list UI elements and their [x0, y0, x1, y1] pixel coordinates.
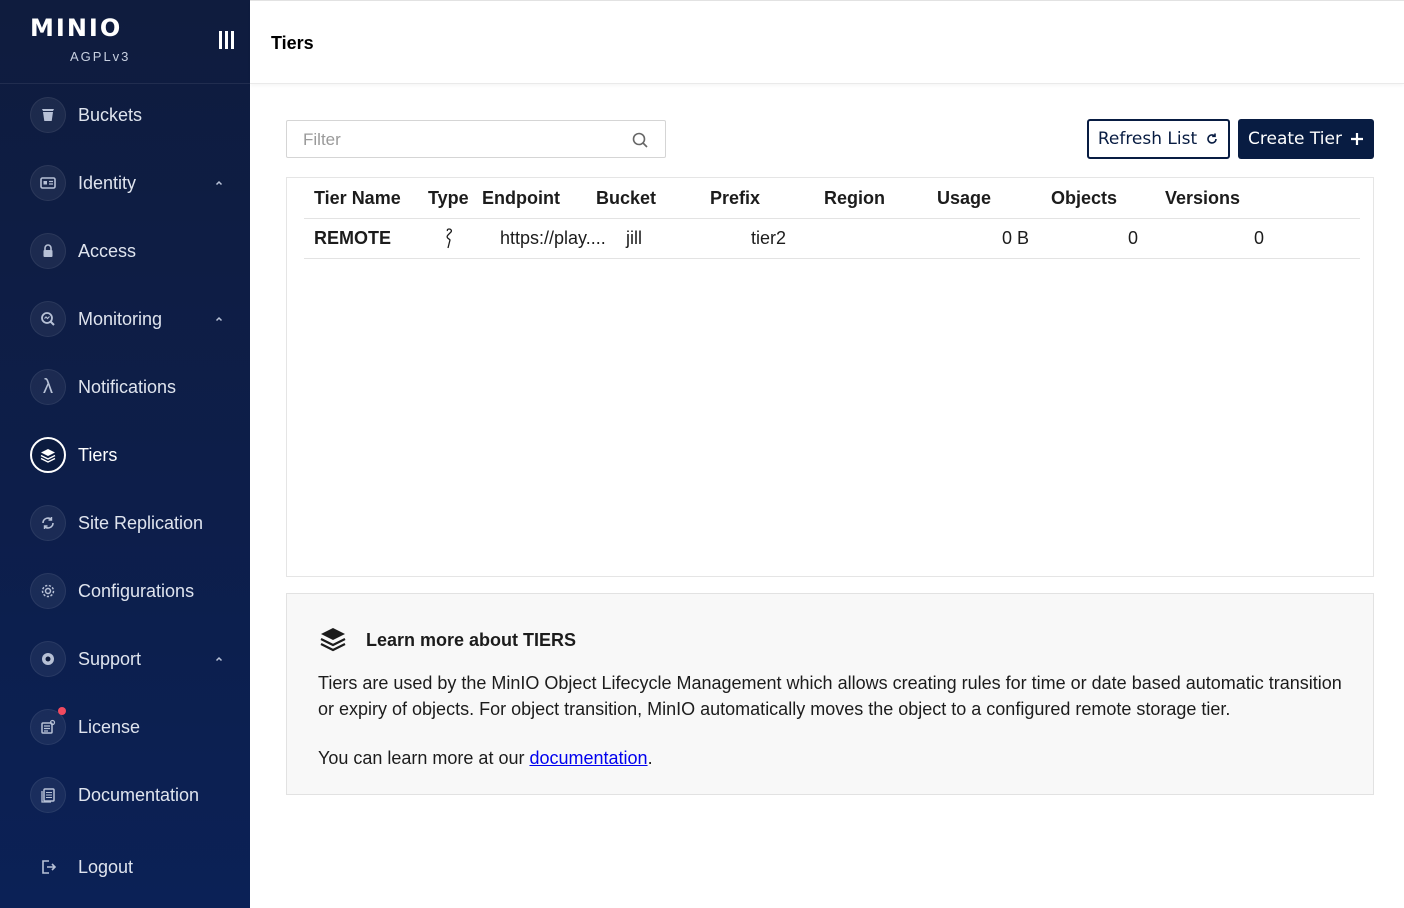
lock-icon	[30, 233, 66, 269]
sidebar-item-identity[interactable]: Identity	[0, 155, 250, 211]
sidebar-item-logout[interactable]: Logout	[0, 839, 250, 895]
sidebar-item-label: Site Replication	[78, 513, 204, 533]
sidebar-item-label: Documentation	[78, 785, 200, 805]
sidebar-item-monitoring[interactable]: Monitoring	[0, 291, 250, 347]
sidebar-item-label: License	[78, 717, 141, 737]
search-icon[interactable]	[631, 131, 649, 149]
column-header-objects[interactable]: Objects	[1051, 188, 1117, 209]
refresh-list-label: Refresh List	[1097, 129, 1198, 149]
info-more-text: You can learn more at our documentation.	[318, 748, 653, 769]
bucket-icon	[30, 97, 66, 133]
info-more-suffix: .	[647, 748, 653, 768]
sidebar-item-notifications[interactable]: λ Notifications	[0, 359, 250, 415]
cell-prefix: tier2	[751, 228, 787, 248]
support-icon	[30, 641, 66, 677]
info-title: Learn more about TIERS	[366, 630, 577, 650]
license-tag: AGPLv3	[70, 49, 131, 64]
create-tier-label: Create Tier	[1248, 129, 1342, 149]
brand: MINIO AGPLv3	[0, 0, 250, 84]
sidebar-item-label: Configurations	[78, 581, 195, 601]
sidebar-item-documentation[interactable]: Documentation	[0, 767, 250, 823]
column-header-region[interactable]: Region	[824, 188, 885, 209]
sidebar-item-site-replication[interactable]: Site Replication	[0, 495, 250, 551]
filter-input[interactable]	[303, 129, 623, 151]
cell-endpoint: https://play....	[500, 228, 606, 248]
sidebar-item-tiers[interactable]: Tiers	[0, 427, 250, 483]
cell-usage: 0 B	[1002, 228, 1030, 248]
refresh-icon	[1207, 133, 1217, 144]
chevron-up-icon[interactable]	[213, 653, 225, 665]
header-divider	[304, 218, 1360, 219]
replication-icon	[30, 505, 66, 541]
id-card-icon	[30, 165, 66, 201]
cell-versions: 0	[1254, 228, 1265, 248]
column-header-prefix[interactable]: Prefix	[710, 188, 760, 209]
top-bar: Tiers	[250, 0, 1404, 84]
layers-icon	[320, 628, 346, 652]
layers-icon	[30, 437, 66, 473]
row-divider	[304, 258, 1360, 259]
sidebar-item-label: Identity	[78, 173, 137, 193]
tiers-table: Tier Name Type Endpoint Bucket Prefix Re…	[286, 177, 1374, 577]
notification-dot	[58, 707, 66, 715]
lambda-icon: λ	[30, 369, 66, 405]
create-tier-button[interactable]: Create Tier	[1238, 119, 1374, 159]
column-header-bucket[interactable]: Bucket	[596, 188, 656, 209]
refresh-list-button[interactable]: Refresh List	[1087, 119, 1230, 159]
sidebar-item-label: Notifications	[78, 377, 177, 397]
learn-more-box: Learn more about TIERS Tiers are used by…	[286, 593, 1374, 795]
cell-tier-name: REMOTE	[314, 228, 392, 248]
minio-logo[interactable]: MINIO	[30, 14, 122, 42]
column-header-endpoint[interactable]: Endpoint	[482, 188, 560, 209]
column-header-versions[interactable]: Versions	[1165, 188, 1240, 209]
sidebar-item-label: Support	[78, 649, 142, 669]
info-text: Tiers are used by the MinIO Object Lifec…	[318, 673, 1342, 719]
documentation-link[interactable]: documentation	[529, 748, 647, 768]
sidebar-item-label: Access	[78, 241, 137, 261]
sidebar-item-configurations[interactable]: Configurations	[0, 563, 250, 619]
cell-bucket: jill	[626, 228, 642, 248]
cell-objects: 0	[1128, 228, 1139, 248]
chevron-up-icon[interactable]	[213, 313, 225, 325]
sidebar-item-buckets[interactable]: Buckets	[0, 87, 250, 143]
info-more-prefix: You can learn more at our	[318, 748, 530, 768]
menu-toggle-icon[interactable]	[219, 31, 235, 49]
gear-icon	[30, 573, 66, 609]
document-icon	[30, 777, 66, 813]
sidebar-item-label: Logout	[78, 857, 134, 877]
sidebar-item-label: Monitoring	[78, 309, 163, 329]
page-title: Tiers	[271, 33, 314, 53]
chevron-up-icon[interactable]	[213, 177, 225, 189]
minio-bird-icon	[446, 228, 453, 249]
filter-box[interactable]	[286, 120, 666, 158]
plus-icon	[1350, 133, 1363, 145]
column-header-usage[interactable]: Usage	[937, 188, 991, 209]
sidebar-item-access[interactable]: Access	[0, 223, 250, 279]
sidebar-item-support[interactable]: Support	[0, 631, 250, 687]
column-header-tier-name[interactable]: Tier Name	[314, 188, 401, 209]
sidebar: MINIO AGPLv3 Buckets Identity Access Mon…	[0, 0, 250, 908]
sidebar-item-license[interactable]: License	[0, 699, 250, 755]
sidebar-item-label: Tiers	[78, 445, 118, 465]
logout-icon	[30, 849, 66, 885]
sidebar-item-label: Buckets	[78, 105, 143, 125]
column-header-type[interactable]: Type	[428, 188, 469, 209]
monitoring-search-icon	[30, 301, 66, 337]
